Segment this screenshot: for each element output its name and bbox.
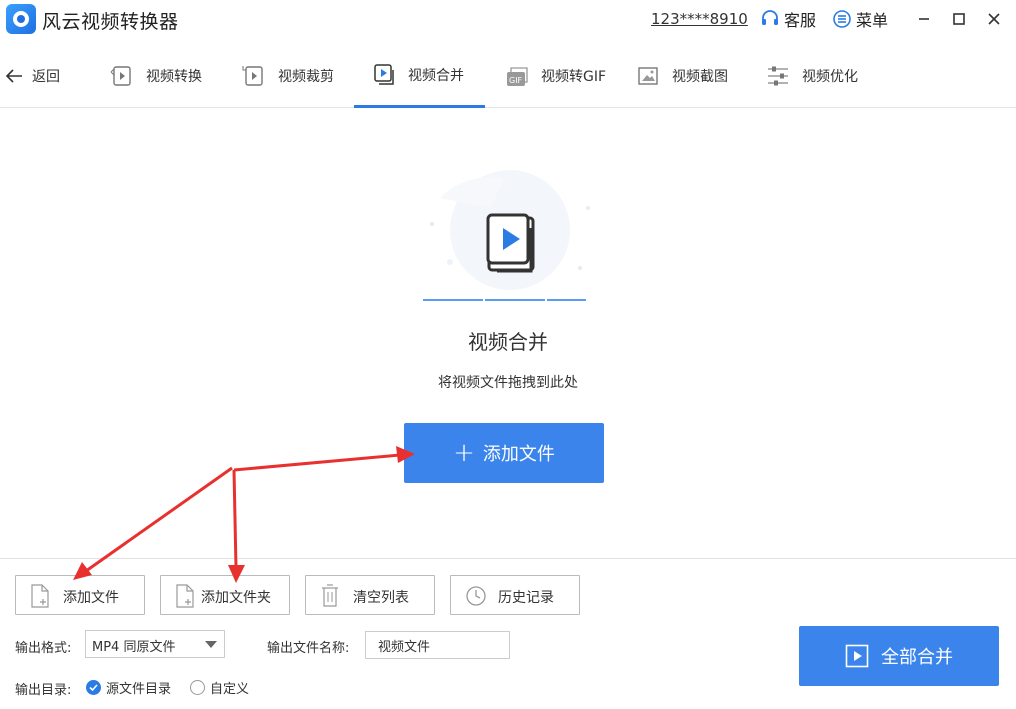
video-crop-icon	[242, 66, 263, 86]
optimize-icon	[768, 66, 788, 86]
drop-zone-hint: 将视频文件拖拽到此处	[438, 375, 578, 391]
app-title: 风云视频转换器	[42, 11, 179, 33]
plus-icon: +	[453, 438, 475, 468]
menu-button[interactable]: 菜单	[832, 8, 888, 30]
menu-label: 菜单	[856, 11, 889, 30]
minimize-button[interactable]	[913, 8, 935, 30]
radio-custom-dir[interactable]: 自定义	[190, 678, 249, 697]
radio-unchecked-icon	[190, 680, 205, 695]
add-file-main-button[interactable]: + 添加文件	[404, 423, 604, 483]
radio-label: 源文件目录	[106, 682, 172, 697]
tab-bar: 返回 视频转换 视频裁剪 视频合并 GIF 视频转GIF 视频截图 视频优化	[0, 44, 1016, 108]
tab-label: 视频转换	[146, 69, 202, 85]
output-name-input[interactable]	[365, 631, 510, 659]
close-button[interactable]	[983, 8, 1005, 30]
divider	[0, 558, 1016, 559]
headset-icon	[762, 10, 778, 25]
account-link[interactable]: 123****8910	[651, 10, 748, 28]
merge-all-button[interactable]: 全部合并	[799, 626, 999, 686]
screenshot-icon	[638, 67, 658, 85]
tab-video-crop[interactable]: 视频裁剪	[242, 44, 334, 108]
tab-label: 视频裁剪	[278, 69, 334, 85]
back-button[interactable]: 返回	[4, 64, 60, 88]
video-convert-icon	[110, 66, 131, 86]
app-logo	[6, 4, 36, 34]
menu-icon	[833, 10, 851, 28]
drop-zone-title: 视频合并	[468, 330, 548, 354]
add-folder-label: 添加文件夹	[201, 590, 271, 606]
back-arrow-icon	[5, 69, 22, 83]
title-bar: 风云视频转换器 123****8910 客服 菜单	[0, 0, 1016, 40]
minimize-icon	[919, 18, 929, 20]
tab-video-merge[interactable]: 视频合并	[354, 44, 485, 108]
tab-video-to-gif[interactable]: GIF 视频转GIF	[505, 44, 606, 108]
gif-icon: GIF	[507, 67, 528, 86]
tab-label: 视频合并	[408, 67, 464, 84]
history-label: 历史记录	[498, 590, 554, 606]
output-format-label: 输出格式:	[15, 641, 72, 656]
clear-list-label: 清空列表	[353, 590, 409, 606]
tab-video-screenshot[interactable]: 视频截图	[636, 44, 728, 108]
add-file-button[interactable]: 添加文件	[15, 575, 145, 615]
chevron-down-icon	[205, 641, 217, 648]
tab-video-optimize[interactable]: 视频优化	[766, 44, 858, 108]
add-file-label: 添加文件	[63, 590, 119, 606]
clear-list-button[interactable]: 清空列表	[305, 575, 435, 615]
tab-label: 视频截图	[672, 69, 728, 85]
tab-label: 视频转GIF	[541, 69, 607, 85]
history-button[interactable]: 历史记录	[450, 575, 580, 615]
play-icon	[845, 644, 869, 668]
radio-checked-icon	[86, 680, 101, 695]
radio-source-dir[interactable]: 源文件目录	[86, 678, 171, 697]
back-label: 返回	[32, 69, 60, 85]
support-button[interactable]: 客服	[760, 8, 816, 30]
video-merge-icon	[374, 63, 394, 85]
svg-text:GIF: GIF	[509, 76, 523, 85]
add-file-main-label: 添加文件	[482, 444, 555, 465]
radio-label: 自定义	[210, 682, 250, 697]
drop-zone-illustration	[423, 170, 590, 301]
output-format-select[interactable]: MP4 同原文件	[85, 630, 225, 658]
maximize-button[interactable]	[948, 8, 970, 30]
support-label: 客服	[784, 11, 817, 30]
tab-video-convert[interactable]: 视频转换	[110, 44, 202, 108]
output-format-value: MP4 同原文件	[92, 640, 176, 655]
merge-all-label: 全部合并	[881, 647, 953, 668]
add-folder-button[interactable]: 添加文件夹	[160, 575, 290, 615]
output-dir-label: 输出目录:	[15, 683, 72, 698]
tab-label: 视频优化	[802, 69, 858, 85]
close-icon	[988, 13, 1000, 25]
output-name-label: 输出文件名称:	[267, 641, 350, 656]
maximize-icon	[953, 13, 965, 25]
